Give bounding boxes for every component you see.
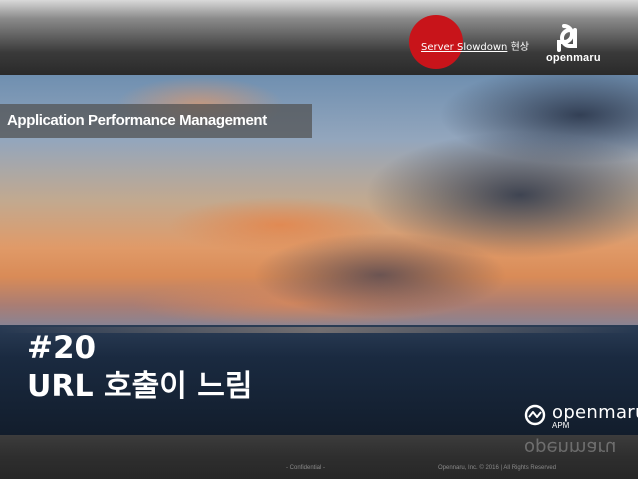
slide-title: URL 호출이 느림 [27,369,253,404]
top-banner [0,0,638,75]
footer-confidential: - Confidential - [286,465,326,471]
slide-number: #20 [27,330,97,366]
section-label: Application Performance Management [7,112,267,129]
reflection-text: openmaru [524,437,617,458]
subject-korean: 현상 [510,42,529,53]
subject-english: Server Slowdown [421,42,508,53]
footer-copyright: Opennaru, Inc. © 2016 | All Rights Reser… [438,465,557,471]
opennaru-logo-text: openmaru [546,52,601,64]
apm-brand-text: openmaru [552,402,638,423]
apm-logo-reflection: openmaru [524,437,616,458]
apm-product-text: APM [552,421,570,430]
openmaru-apm-icon [524,404,546,426]
slide-subject: Server Slowdown 현상 [421,38,529,53]
